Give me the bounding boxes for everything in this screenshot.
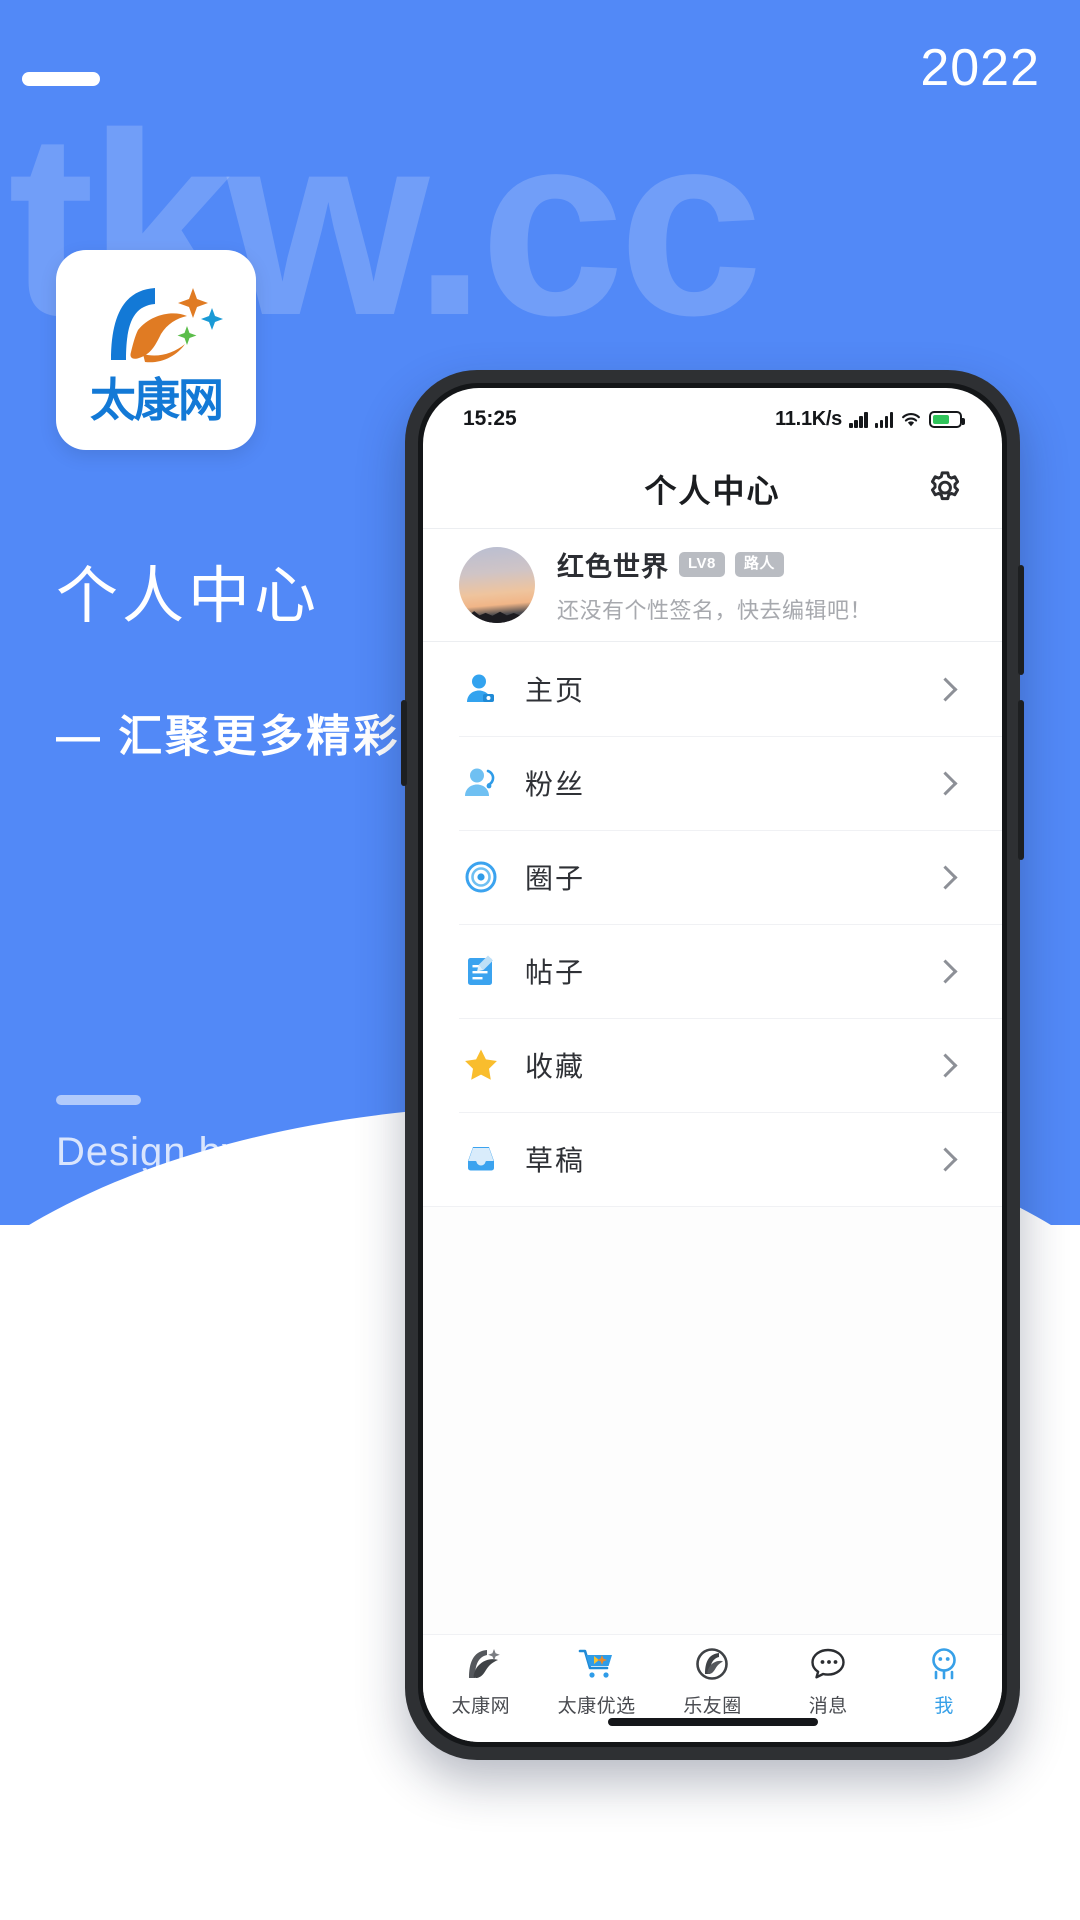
- chevron-right-icon: [933, 1052, 958, 1078]
- person-follow-icon: [459, 761, 503, 805]
- menu-item-label: 帖子: [525, 957, 586, 988]
- menu-item-label: 粉丝: [525, 769, 586, 800]
- taikang-logo-icon: [461, 1643, 501, 1685]
- page-title: 个人中心: [644, 473, 781, 509]
- signal-2-icon: [874, 411, 893, 428]
- home-indicator[interactable]: [607, 1718, 818, 1726]
- profile-icon: [924, 1643, 964, 1685]
- menu-item-label: 圈子: [525, 863, 586, 894]
- tab-messages[interactable]: 消息: [773, 1643, 883, 1718]
- tab-label: 太康优选: [557, 1696, 636, 1717]
- chevron-right-icon: [933, 1146, 958, 1172]
- chevron-right-icon: [933, 958, 958, 984]
- level-badge: LV8: [679, 552, 725, 577]
- tab-label: 乐友圈: [683, 1696, 742, 1717]
- menu-item-posts[interactable]: 帖子: [423, 924, 1002, 1018]
- app-logo-wordmark: 太康网: [90, 373, 224, 427]
- star-icon: [459, 1043, 503, 1087]
- menu-item-drafts[interactable]: 草稿: [423, 1112, 1002, 1206]
- tab-taikangwang[interactable]: 太康网: [426, 1643, 536, 1718]
- menu-item-homepage[interactable]: 主页: [423, 642, 1002, 736]
- chevron-right-icon: [933, 676, 958, 702]
- message-icon: [808, 1643, 848, 1685]
- menu-item-favorites[interactable]: 收藏: [423, 1018, 1002, 1112]
- username-row: 红色世界 LV8 路人: [557, 545, 872, 584]
- tab-label: 消息: [808, 1696, 848, 1717]
- chevron-right-icon: [933, 864, 958, 890]
- username: 红色世界: [557, 552, 669, 582]
- menu-item-label: 收藏: [525, 1051, 586, 1082]
- status-time: 15:25: [463, 407, 517, 430]
- taikang-logo-icon: [111, 288, 223, 363]
- status-indicators: 11.1K/s: [775, 407, 965, 431]
- phone-screen: 15:25 11.1K/s 个人中心 红色世界 LV8 路人 还没有个性签名，快…: [423, 388, 1002, 1742]
- shopping-cart-icon: [577, 1643, 617, 1685]
- gear-icon[interactable]: [924, 468, 966, 510]
- post-edit-icon: [459, 949, 503, 993]
- person-home-icon: [459, 667, 503, 711]
- phone-bezel: 15:25 11.1K/s 个人中心 红色世界 LV8 路人 还没有个性签名，快…: [418, 383, 1007, 1747]
- signal-1-icon: [849, 411, 868, 428]
- target-circle-icon: [459, 855, 503, 899]
- tab-label: 我: [934, 1696, 954, 1717]
- tab-taikang-youxuan[interactable]: 太康优选: [542, 1643, 652, 1718]
- rank-badge: 路人: [734, 552, 784, 577]
- network-speed: 11.1K/s: [775, 407, 842, 430]
- app-logo-tile: 太康网: [56, 250, 256, 450]
- menu-item-label: 草稿: [525, 1145, 586, 1176]
- hero-title: 个人中心: [56, 562, 321, 631]
- year-label: 2022: [920, 39, 1040, 97]
- phone-mockup: 15:25 11.1K/s 个人中心 红色世界 LV8 路人 还没有个性签名，快…: [401, 370, 1024, 1760]
- content-empty-area: [423, 1207, 1002, 1634]
- battery-icon: [929, 410, 965, 428]
- menu-item-fans[interactable]: 粉丝: [423, 736, 1002, 830]
- avatar[interactable]: [459, 547, 535, 623]
- status-bar: 15:25 11.1K/s: [423, 388, 1002, 450]
- tab-profile[interactable]: 我: [889, 1643, 999, 1718]
- phone-left-button[interactable]: [401, 700, 407, 786]
- chevron-right-icon: [933, 770, 958, 796]
- inbox-draft-icon: [459, 1137, 503, 1181]
- wifi-icon: [902, 412, 920, 426]
- menu-list: 主页 粉丝 圈子 帖子 收藏 草稿: [423, 642, 1002, 1206]
- phone-power-button[interactable]: [1018, 700, 1024, 860]
- friends-circle-icon: [692, 1643, 732, 1685]
- menu-item-label: 主页: [525, 675, 586, 706]
- top-accent-dash: [22, 72, 100, 86]
- phone-volume-button[interactable]: [1018, 565, 1024, 675]
- signature-text: 还没有个性签名，快去编辑吧！: [557, 598, 873, 623]
- tab-leyouquan[interactable]: 乐友圈: [657, 1643, 767, 1718]
- tab-label: 太康网: [451, 1696, 511, 1717]
- profile-card[interactable]: 红色世界 LV8 路人 还没有个性签名，快去编辑吧！: [423, 529, 1002, 641]
- menu-item-circle[interactable]: 圈子: [423, 830, 1002, 924]
- credit-accent-dash: [56, 1095, 141, 1105]
- app-header: 个人中心: [423, 450, 1002, 528]
- profile-text: 红色世界 LV8 路人 还没有个性签名，快去编辑吧！: [557, 545, 872, 625]
